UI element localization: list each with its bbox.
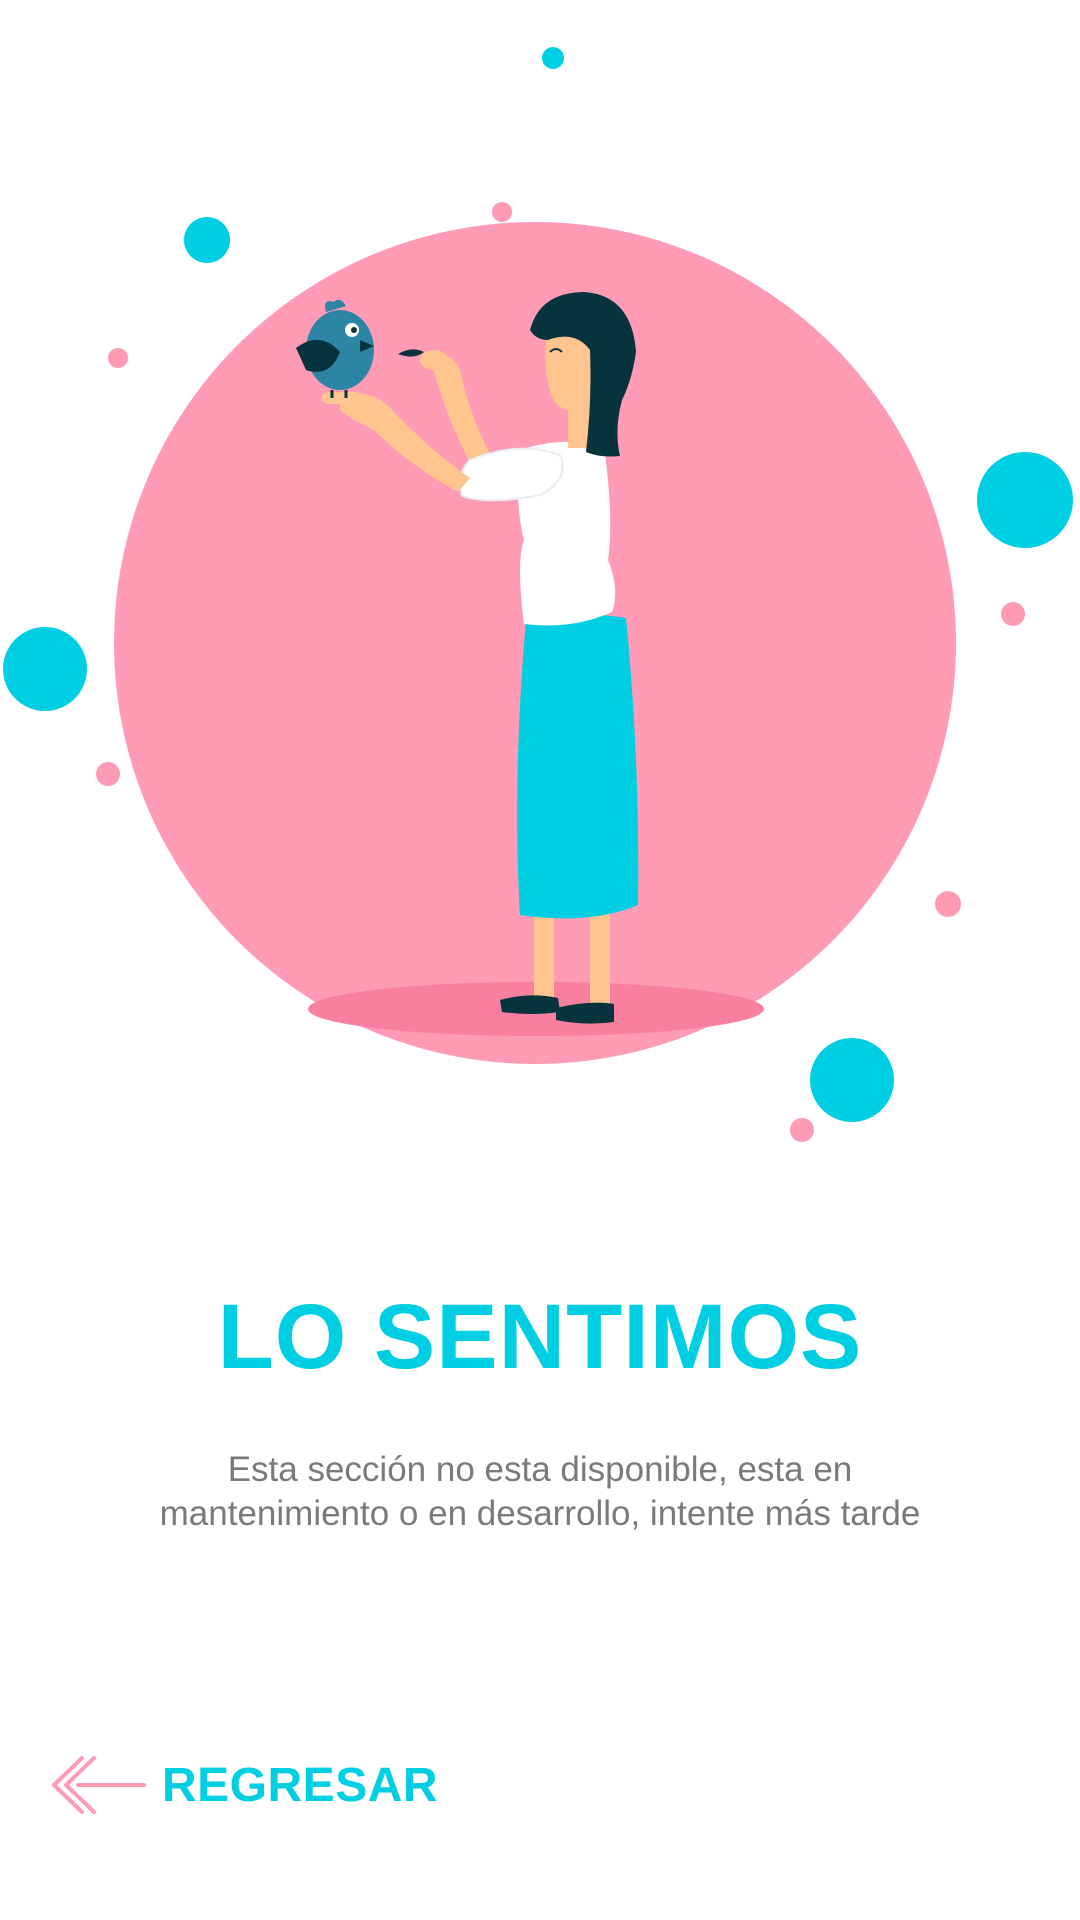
back-button[interactable]: REGRESAR: [48, 1740, 438, 1830]
message-line-1: Esta sección no esta disponible, esta en: [227, 1450, 853, 1489]
double-chevron-left-arrow-icon: [52, 1756, 146, 1814]
maintenance-illustration: [3, 47, 1073, 1142]
message-line-2: mantenimiento o en desarrollo, intente m…: [159, 1494, 921, 1533]
maintenance-message: Esta sección no esta disponible, esta en…: [100, 1448, 980, 1536]
page-title: LO SENTIMOS: [217, 1286, 863, 1388]
back-button-label: REGRESAR: [162, 1758, 439, 1812]
